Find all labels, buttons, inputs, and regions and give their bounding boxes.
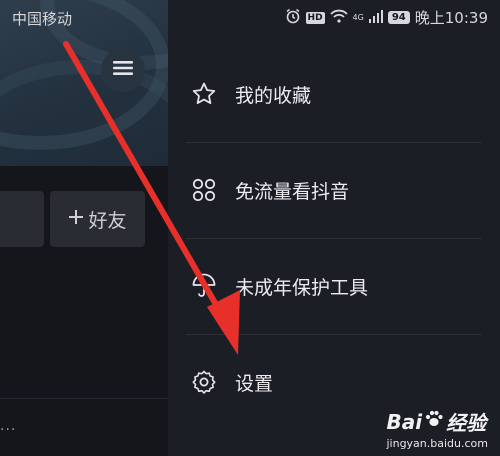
drawer-item-free-data[interactable]: 免流量看抖音 (186, 142, 482, 238)
umbrella-icon (189, 271, 219, 301)
drawer-item-label: 未成年保护工具 (235, 276, 369, 299)
battery-level: 94 (387, 11, 410, 24)
side-drawer: 我的收藏 免流量看抖音 未成年保护工具 设置 (168, 0, 500, 456)
add-friend-button[interactable]: 好友 (50, 191, 145, 247)
signal-icon (368, 9, 383, 27)
divider (0, 398, 168, 399)
paw-icon (424, 409, 444, 434)
network-type: 4G (352, 13, 364, 22)
drawer-item-label: 免流量看抖音 (235, 180, 350, 203)
status-bar: 中国移动 HD 4G 94 晚上10:39 (0, 0, 500, 34)
star-icon (189, 79, 219, 109)
hd-badge: HD (305, 11, 325, 24)
drawer-item-label: 设置 (235, 372, 274, 395)
watermark-logo: Bai 经验 (386, 409, 487, 436)
baidu-watermark: Bai 经验 jingyan.baidu.com (386, 407, 488, 451)
status-icons: HD 4G 94 晚上10:39 (285, 7, 488, 28)
alarm-icon (285, 8, 301, 28)
gear-icon (189, 367, 219, 397)
menu-button[interactable] (101, 48, 145, 92)
edit-profile-button[interactable] (0, 191, 44, 247)
more-text: ... (0, 418, 17, 434)
drawer-item-minor-protection[interactable]: 未成年保护工具 (186, 238, 482, 334)
drawer-item-favorites[interactable]: 我的收藏 (186, 46, 482, 142)
clock: 晚上10:39 (414, 9, 488, 27)
drawer-item-label: 我的收藏 (235, 84, 312, 107)
add-friend-label: 好友 (88, 209, 127, 232)
grid-icon (189, 175, 219, 205)
watermark-url: jingyan.baidu.com (386, 437, 488, 450)
wifi-icon (329, 9, 348, 27)
plus-icon (68, 208, 84, 230)
profile-panel: 好友 ... (0, 0, 168, 456)
carrier-name: 中国移动 (12, 10, 73, 28)
hamburger-icon (113, 60, 133, 80)
